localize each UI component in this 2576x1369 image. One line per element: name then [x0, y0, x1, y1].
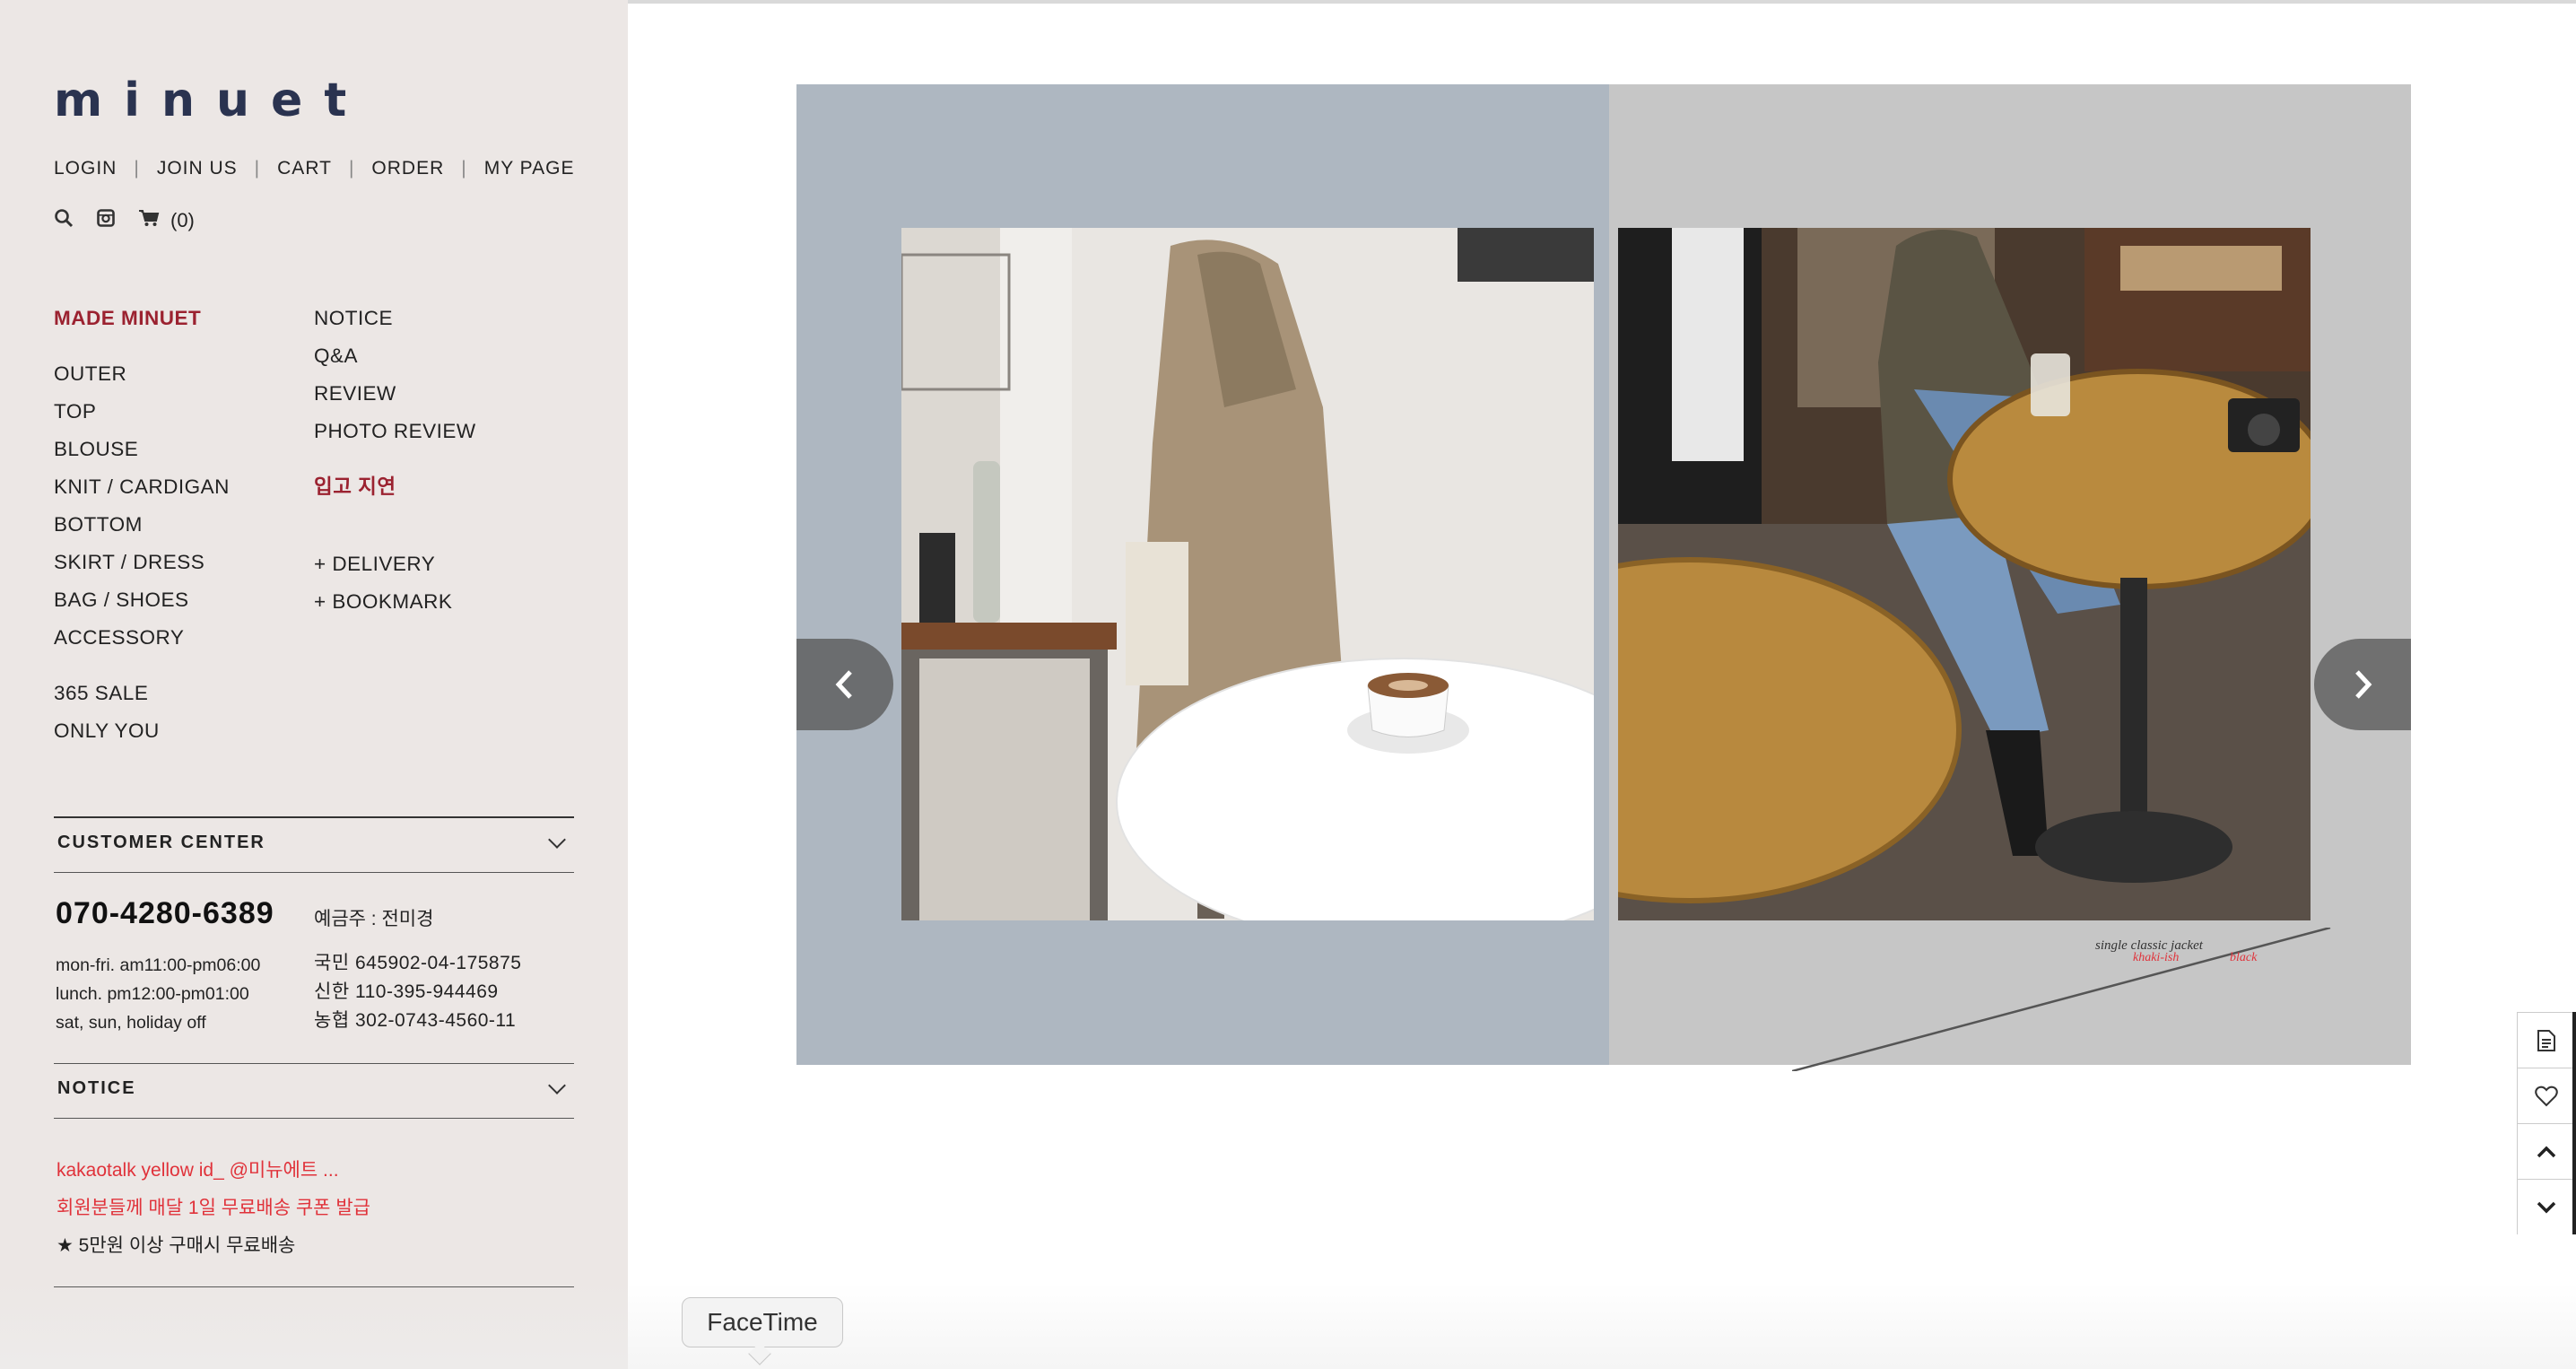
hours-off: sat, sun, holiday off [56, 1013, 206, 1033]
chevron-right-icon [2355, 670, 2372, 699]
menu-365-sale[interactable]: 365 SALE [54, 675, 230, 712]
divider [54, 872, 574, 873]
menu-only-you[interactable]: ONLY YOU [54, 712, 230, 750]
customer-center-header[interactable]: CUSTOMER CENTER [57, 830, 574, 853]
divider [54, 1063, 574, 1064]
divider [54, 816, 574, 818]
nav-separator: | [134, 158, 140, 179]
chevron-down-icon[interactable] [548, 830, 566, 849]
divider [54, 1118, 574, 1119]
slide-photo-trench-coat [901, 228, 1594, 920]
brand-logo[interactable]: minuet [54, 74, 368, 127]
caption-color-1: khaki-ish [2133, 951, 2180, 964]
menu-notice[interactable]: NOTICE [314, 300, 476, 337]
notice-item[interactable]: kakaotalk yellow id_ @미뉴에트 ... [57, 1152, 370, 1190]
chevron-down-icon [2537, 1201, 2556, 1213]
menu-photo-review[interactable]: PHOTO REVIEW [314, 413, 476, 450]
chevron-up-icon [2537, 1146, 2556, 1157]
menu-accessory[interactable]: ACCESSORY [54, 619, 230, 657]
menu-gap [314, 506, 476, 545]
category-menu: MADE MINUET OUTER TOP BLOUSE KNIT / CARD… [54, 300, 230, 750]
account-shinhan: 신한 110-395-944469 [314, 981, 499, 1002]
menu-bookmark[interactable]: + BOOKMARK [314, 583, 476, 621]
order-link[interactable]: ORDER [371, 158, 444, 179]
menu-blouse[interactable]: BLOUSE [54, 431, 230, 468]
nav-separator: | [461, 158, 467, 179]
slider-next-button[interactable] [2314, 639, 2411, 730]
slider-prev-button[interactable] [796, 639, 893, 730]
quick-bar-edge [2572, 1012, 2576, 1234]
mypage-link[interactable]: MY PAGE [484, 158, 575, 179]
wishlist-button[interactable] [2517, 1068, 2576, 1123]
utility-icons: (0) [54, 208, 195, 233]
dock-tooltip: FaceTime [682, 1297, 843, 1347]
menu-bag-shoes[interactable]: BAG / SHOES [54, 581, 230, 619]
scroll-bottom-button[interactable] [2517, 1179, 2576, 1234]
notice-item[interactable]: 회원분들께 매달 1일 무료배송 쿠폰 발급 [57, 1190, 370, 1227]
menu-bottom[interactable]: BOTTOM [54, 506, 230, 544]
account-holder: 예금주 : 전미경 [314, 909, 434, 929]
caption-color-2: black [2230, 951, 2258, 964]
business-hours: mon-fri. am11:00-pm06:00 lunch. pm12:00-… [56, 951, 260, 1037]
menu-delivery[interactable]: + DELIVERY [314, 545, 476, 583]
bank-accounts: 국민 645902-04-175875 신한 110-395-944469 농협… [314, 949, 521, 1035]
chevron-down-icon[interactable] [548, 1076, 566, 1094]
nav-separator: | [254, 158, 261, 179]
scroll-top-button[interactable] [2517, 1123, 2576, 1179]
account-kookmin: 국민 645902-04-175875 [314, 953, 522, 973]
menu-outer[interactable]: OUTER [54, 355, 230, 393]
login-link[interactable]: LOGIN [54, 158, 117, 179]
hours-lunch: lunch. pm12:00-pm01:00 [56, 984, 249, 1004]
slide-photo-cafe-jacket [1618, 228, 2311, 920]
search-icon[interactable] [54, 208, 74, 233]
cart-icon[interactable] [138, 209, 160, 232]
cart-count[interactable]: (0) [170, 209, 195, 232]
slide-caption: single classic jacket khaki-ish black [2095, 938, 2257, 964]
menu-qna[interactable]: Q&A [314, 337, 476, 375]
notice-item[interactable]: ★ 5만원 이상 구매시 무료배송 [57, 1227, 370, 1265]
nav-separator: | [348, 158, 355, 179]
menu-restock-delay[interactable]: 입고 지연 [314, 468, 476, 506]
account-nav: LOGIN | JOIN US | CART | ORDER | MY PAGE [54, 158, 574, 179]
notice-list: kakaotalk yellow id_ @미뉴에트 ... 회원분들께 매달 … [57, 1152, 370, 1265]
menu-skirt-dress[interactable]: SKIRT / DRESS [54, 544, 230, 581]
menu-gap [54, 657, 230, 675]
image-slider: single classic jacket khaki-ish black [796, 84, 2411, 1071]
board-menu: NOTICE Q&A REVIEW PHOTO REVIEW 입고 지연 + D… [314, 300, 476, 621]
hours-weekday: mon-fri. am11:00-pm06:00 [56, 955, 261, 975]
instagram-icon[interactable] [97, 209, 115, 232]
join-link[interactable]: JOIN US [157, 158, 238, 179]
account-nonghyup: 농협 302-0743-4560-11 [314, 1010, 517, 1031]
document-icon [2537, 1029, 2555, 1051]
recent-view-button[interactable] [2517, 1012, 2576, 1068]
menu-made-minuet[interactable]: MADE MINUET [54, 300, 230, 337]
phone-number: 070-4280-6389 [56, 896, 274, 930]
menu-review[interactable]: REVIEW [314, 375, 476, 413]
heart-icon [2535, 1086, 2558, 1106]
dock-shadow [0, 1283, 2576, 1369]
chevron-left-icon [835, 670, 852, 699]
cart-link[interactable]: CART [277, 158, 332, 179]
menu-knit-cardigan[interactable]: KNIT / CARDIGAN [54, 468, 230, 506]
customer-center-title: CUSTOMER CENTER [57, 833, 265, 852]
notice-title: NOTICE [57, 1078, 136, 1098]
sidebar: minuet LOGIN | JOIN US | CART | ORDER | … [0, 0, 628, 1369]
quick-bar [2517, 1012, 2576, 1234]
notice-header[interactable]: NOTICE [57, 1076, 574, 1099]
menu-top[interactable]: TOP [54, 393, 230, 431]
